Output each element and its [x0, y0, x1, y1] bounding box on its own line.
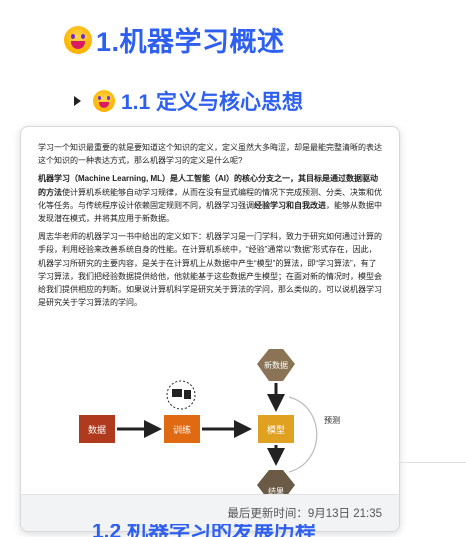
last-updated-text: 最后更新时间：9月13日 21:35 — [227, 508, 382, 520]
subsection-title: 1.1 定义与核心思想 — [121, 91, 304, 114]
train-label: 训练 — [173, 424, 191, 436]
ml-process-diagram: 数据 训练 新数据 模型 结果 预测 — [79, 349, 340, 501]
section-heading-1: 1.机器学习概述 — [64, 20, 285, 59]
next-heading-partial: 1.2 机器学习的发展历程 — [60, 524, 320, 537]
hover-preview-card: 学习一个知识最重要的就是要知道这个知识的定义，定义虽然大多晦涩，却是最能完整清晰… — [20, 126, 400, 532]
expand-triangle-icon[interactable] — [74, 96, 81, 106]
section-title: 1.机器学习概述 — [96, 27, 285, 57]
next-heading-text: 1.2 机器学习的发展历程 — [92, 524, 317, 537]
grinning-face-icon — [93, 90, 115, 112]
divider-line — [398, 462, 466, 463]
grinning-face-icon — [64, 25, 92, 54]
section-heading-2[interactable]: 1.1 定义与核心思想 — [74, 86, 303, 116]
model-label: 模型 — [267, 425, 285, 436]
predict-label: 预测 — [324, 415, 340, 425]
data-label: 数据 — [88, 424, 106, 436]
new-data-label: 新数据 — [264, 360, 288, 370]
